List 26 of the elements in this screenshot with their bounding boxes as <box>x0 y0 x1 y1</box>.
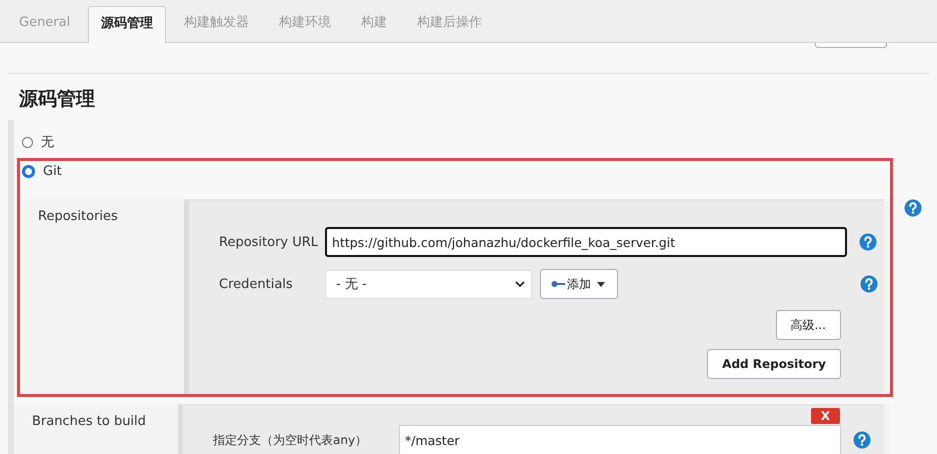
credentials-dropdown[interactable]: - 无 - <box>325 270 532 298</box>
help-icon[interactable] <box>859 233 877 251</box>
advanced-button[interactable]: 高级... <box>776 310 841 340</box>
option-label: 无 <box>41 134 54 151</box>
url-field[interactable]: https://github.com/johanazhu/dockerfile_koa_server.git <box>325 227 847 257</box>
help-icon[interactable] <box>904 199 922 217</box>
radio-button[interactable] <box>22 136 33 148</box>
button[interactable] <box>815 43 887 48</box>
field-label: Repository URL <box>219 234 320 250</box>
add-repository-button[interactable]: Add Repository <box>707 349 841 379</box>
section-label: Repositories <box>37 208 119 226</box>
help-icon[interactable] <box>853 431 871 449</box>
branch-field[interactable]: */master <box>399 425 841 454</box>
option-label: Git <box>43 164 62 178</box>
caret-icon <box>597 282 605 286</box>
delete-button[interactable]: X <box>810 408 840 424</box>
radio-button[interactable] <box>22 164 35 178</box>
field-label: 指定分支（为空时代表any） <box>213 432 368 448</box>
section-label: Branches to build <box>31 413 147 431</box>
chevron-icon <box>515 281 525 287</box>
help-icon[interactable] <box>860 275 878 293</box>
field-label: Credentials <box>219 276 294 292</box>
key-icon <box>551 280 565 288</box>
tab[interactable]: 源码管理 <box>88 6 166 43</box>
add-button[interactable]: 添加 <box>540 269 618 299</box>
section-title: 源码管理 <box>18 87 96 112</box>
